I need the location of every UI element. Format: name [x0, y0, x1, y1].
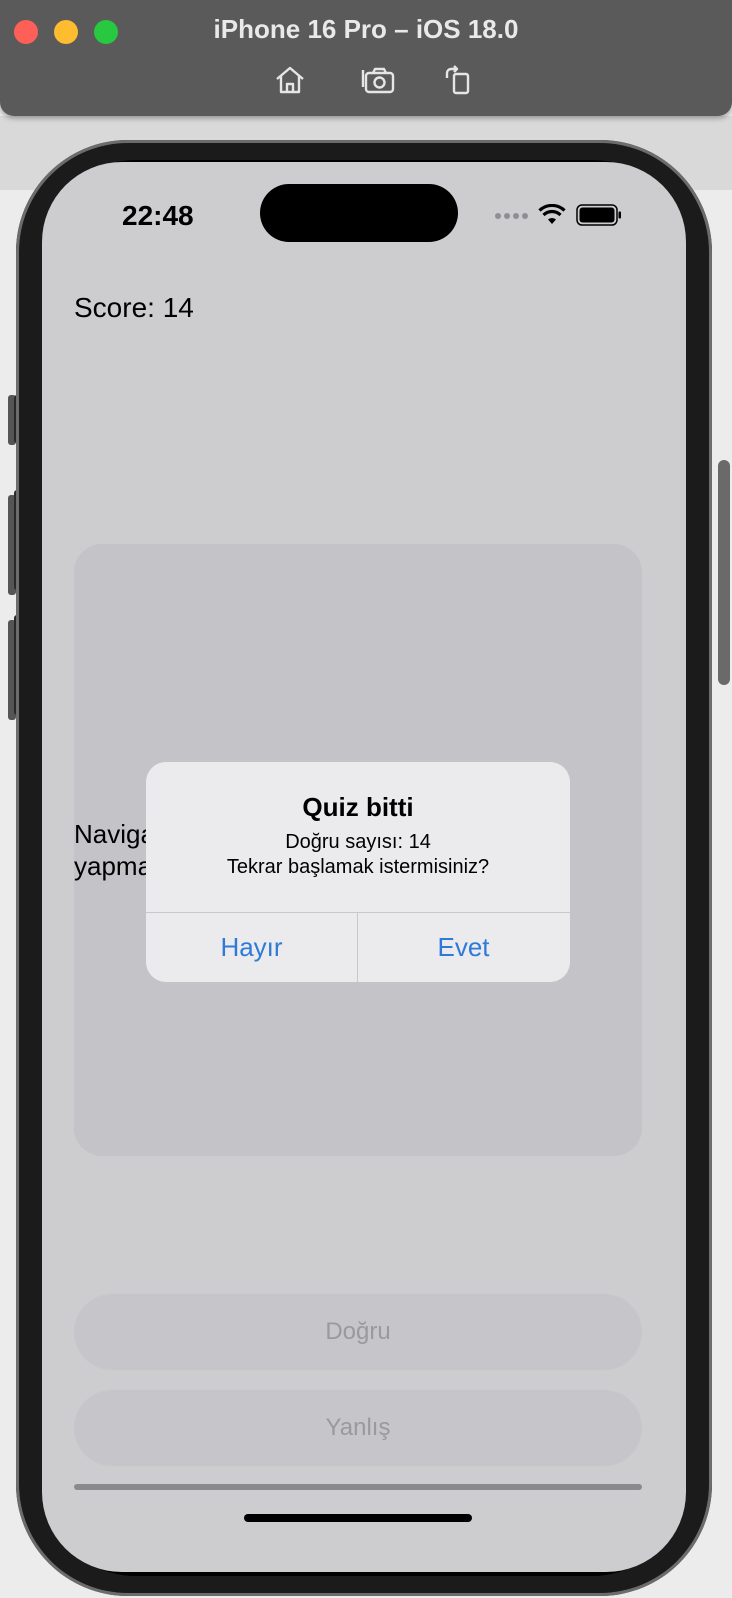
- window-title: iPhone 16 Pro – iOS 18.0: [213, 14, 519, 44]
- alert-no-button[interactable]: Hayır: [146, 913, 357, 982]
- alert-message: Doğru sayısı: 14 Tekrar başlamak istermi…: [146, 830, 570, 880]
- simulator-titlebar: iPhone 16 Pro – iOS 18.0: [0, 0, 732, 116]
- scroll-indicator: [74, 1484, 642, 1490]
- false-answer-button[interactable]: Yanlış: [74, 1390, 642, 1466]
- alert-message-line-2: Tekrar başlamak istermisiniz?: [226, 856, 490, 878]
- home-icon[interactable]: [270, 62, 310, 98]
- wifi-icon: [538, 204, 566, 224]
- ide-scroll-handle[interactable]: [718, 460, 730, 685]
- status-time: 22:48: [122, 200, 194, 231]
- rotate-icon[interactable]: [438, 62, 478, 98]
- alert-message-line-1: Doğru sayısı: 14: [285, 831, 431, 853]
- alert-yes-button[interactable]: Evet: [358, 913, 569, 982]
- score-label: Score: 14: [74, 292, 194, 323]
- alert-title: Quiz bitti: [302, 792, 414, 822]
- dynamic-island: [260, 184, 458, 242]
- home-indicator[interactable]: [244, 1514, 472, 1522]
- quiz-finished-alert: Quiz bitti Doğru sayısı: 14 Tekrar başla…: [146, 762, 570, 982]
- screenshot-icon[interactable]: [358, 62, 398, 98]
- cellular-signal-icon: [495, 213, 528, 219]
- battery-icon: [576, 204, 621, 226]
- phone-screen: 22:48 Score: 14 Naviga yapma Doğru Yanlı…: [42, 162, 686, 1572]
- true-answer-button[interactable]: Doğru: [74, 1294, 642, 1370]
- status-icons: [494, 202, 622, 228]
